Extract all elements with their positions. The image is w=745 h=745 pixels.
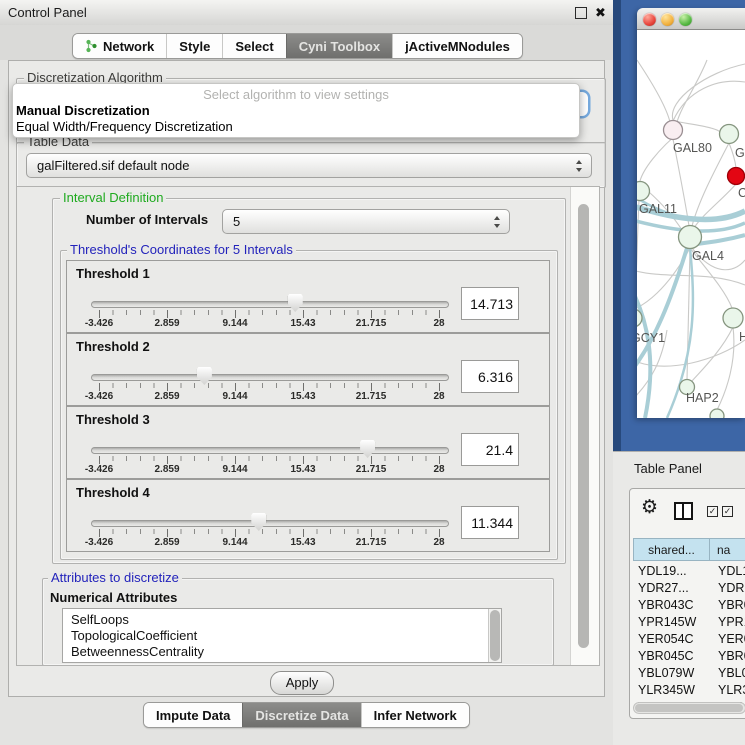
node-table: ⚙ ✓ ✓ shared... na YDL19...YDL1 YDR27...…	[629, 488, 745, 719]
network-canvas[interactable]: GAL80 G C GAL11 GAL4 GCY1 H HAP2	[637, 30, 745, 418]
slider-major-ticks	[99, 310, 442, 318]
apply-button[interactable]: Apply	[270, 671, 334, 695]
panel-scrollbar-thumb[interactable]	[578, 204, 589, 648]
node-gal11[interactable]	[637, 182, 650, 201]
tab-network-label: Network	[103, 39, 154, 54]
list-item-topologicalcoefficient[interactable]: TopologicalCoefficient	[63, 628, 501, 644]
number-of-intervals-label: Number of Intervals	[86, 212, 208, 227]
node-label-gal4: GAL4	[692, 249, 724, 263]
column-header-shared-name[interactable]: shared...	[633, 538, 710, 561]
checkbox-icon[interactable]: ✓	[707, 506, 718, 517]
table-panel-title: Table Panel	[634, 461, 702, 476]
node-label-c: C	[738, 186, 745, 200]
tab-cyni-toolbox[interactable]: Cyni Toolbox	[286, 34, 392, 58]
node-label-gal11: GAL11	[639, 202, 677, 216]
network-icon	[85, 39, 98, 53]
node-label-g: G	[735, 146, 745, 160]
popup-option-equal-width-frequency[interactable]: Equal Width/Frequency Discretization	[13, 119, 579, 135]
network-view-window: GAL80 G C GAL11 GAL4 GCY1 H HAP2	[637, 8, 745, 418]
node-label-h: H	[739, 330, 745, 344]
cyni-bottom-tabs: Impute Data Discretize Data Infer Networ…	[143, 702, 470, 728]
zoom-traffic-light-icon[interactable]	[679, 13, 692, 26]
tab-discretize-data[interactable]: Discretize Data	[242, 703, 360, 727]
list-scrollbar[interactable]	[488, 609, 501, 662]
tab-impute-data[interactable]: Impute Data	[144, 703, 242, 727]
control-panel-title: Control Panel	[8, 0, 87, 25]
number-of-intervals-value: 5	[233, 210, 240, 233]
tab-jactivemnodules[interactable]: jActiveMNodules	[392, 34, 522, 58]
minimize-traffic-light-icon[interactable]	[661, 13, 674, 26]
threshold-2-panel: Threshold 2 -3.426 2.859 9.144 15.43 21.…	[66, 333, 550, 406]
threshold-4-value-field[interactable]	[461, 506, 519, 539]
threshold-3-value-field[interactable]	[461, 433, 519, 466]
threshold-1-value-field[interactable]	[461, 287, 519, 320]
attributes-group-title: Attributes to discretize	[48, 571, 182, 585]
tab-style[interactable]: Style	[166, 34, 222, 58]
numerical-attributes-label: Numerical Attributes	[50, 590, 177, 605]
close-icon[interactable]: ✖	[595, 4, 606, 21]
slider-major-ticks	[99, 383, 442, 391]
numerical-attributes-list: SelfLoops TopologicalCoefficient Between…	[62, 608, 502, 663]
tab-infer-network[interactable]: Infer Network	[361, 703, 469, 727]
table-row[interactable]: YER054CYER0	[633, 631, 745, 648]
network-window-titlebar[interactable]	[637, 8, 745, 30]
table-panel: Table Panel ⚙ ✓ ✓ shared... na YDL19...Y…	[613, 451, 745, 745]
table-row[interactable]: YLR345WYLR3	[633, 682, 745, 699]
list-scrollbar-thumb[interactable]	[490, 610, 500, 661]
table-data-combobox[interactable]: galFiltered.sif default node	[26, 153, 592, 178]
node-h[interactable]	[723, 308, 743, 328]
tab-select[interactable]: Select	[222, 34, 285, 58]
list-item-betweennesscentrality[interactable]: BetweennessCentrality	[63, 644, 501, 660]
desktop-edge-shadow	[613, 0, 621, 451]
node-gal4[interactable]	[679, 226, 702, 249]
combo-stepper-icon	[494, 216, 501, 228]
threshold-2-value-field[interactable]	[461, 360, 519, 393]
slider-major-ticks	[99, 529, 442, 537]
node-label-gal80: GAL80	[673, 141, 712, 155]
table-horizontal-scrollbar[interactable]	[633, 702, 745, 714]
table-data-selected-value: galFiltered.sif default node	[37, 154, 189, 177]
control-panel: Control Panel ✖ Network Style Select Cyn…	[0, 0, 613, 745]
column-header-name[interactable]: na	[709, 538, 745, 561]
thresholds-group-title: Threshold's Coordinates for 5 Intervals	[67, 243, 296, 257]
tab-network[interactable]: Network	[73, 34, 166, 58]
slider-major-ticks	[99, 456, 442, 464]
combo-stepper-icon	[576, 160, 583, 172]
threshold-3-panel: Threshold 3 -3.426 2.859 9.144 15.43 21.…	[66, 406, 550, 479]
node-top-right[interactable]	[720, 125, 739, 144]
table-row[interactable]: YDL19...YDL1	[633, 563, 745, 580]
interval-definition-title: Interval Definition	[60, 191, 166, 205]
node-label-hap2: HAP2	[686, 391, 719, 405]
node-label-gcy1: GCY1	[637, 331, 665, 345]
split-columns-icon[interactable]	[674, 502, 693, 520]
network-graph: GAL80 G C GAL11 GAL4 GCY1 H HAP2	[637, 30, 745, 418]
threshold-4-panel: Threshold 4 -3.426 2.859 9.144 15.43 21.…	[66, 479, 550, 552]
table-row[interactable]: YBL079WYBL0	[633, 665, 745, 682]
table-row[interactable]: YDR27...YDR2	[633, 580, 745, 597]
algorithm-popup-placeholder: Select algorithm to view settings	[13, 86, 579, 103]
node-bottom-partial[interactable]	[710, 409, 724, 418]
table-row[interactable]: YBR043CYBR0	[633, 597, 745, 614]
table-row[interactable]: YPR145WYPR1	[633, 614, 745, 631]
control-panel-tabs: Network Style Select Cyni Toolbox jActiv…	[72, 33, 523, 59]
node-gal80[interactable]	[664, 121, 683, 140]
table-row[interactable]: YBR045CYBR0	[633, 648, 745, 665]
gear-icon[interactable]: ⚙	[641, 496, 658, 518]
popup-option-manual-discretization[interactable]: Manual Discretization	[13, 103, 579, 119]
algorithm-dropdown-popup: Select algorithm to view settings Manual…	[12, 83, 580, 138]
control-panel-titlebar: Control Panel ✖	[0, 0, 613, 26]
threshold-1-panel: Threshold 1 -3.426 2.859 9.144 15.43 21.…	[66, 260, 550, 333]
checkbox-icon[interactable]: ✓	[722, 506, 733, 517]
list-item-selfloops[interactable]: SelfLoops	[63, 612, 501, 628]
number-of-intervals-combobox[interactable]: 5	[222, 209, 510, 234]
node-red-selected[interactable]	[728, 168, 745, 185]
table-horizontal-scrollbar-thumb[interactable]	[635, 704, 743, 712]
close-traffic-light-icon[interactable]	[643, 13, 656, 26]
float-window-icon[interactable]	[575, 7, 587, 19]
